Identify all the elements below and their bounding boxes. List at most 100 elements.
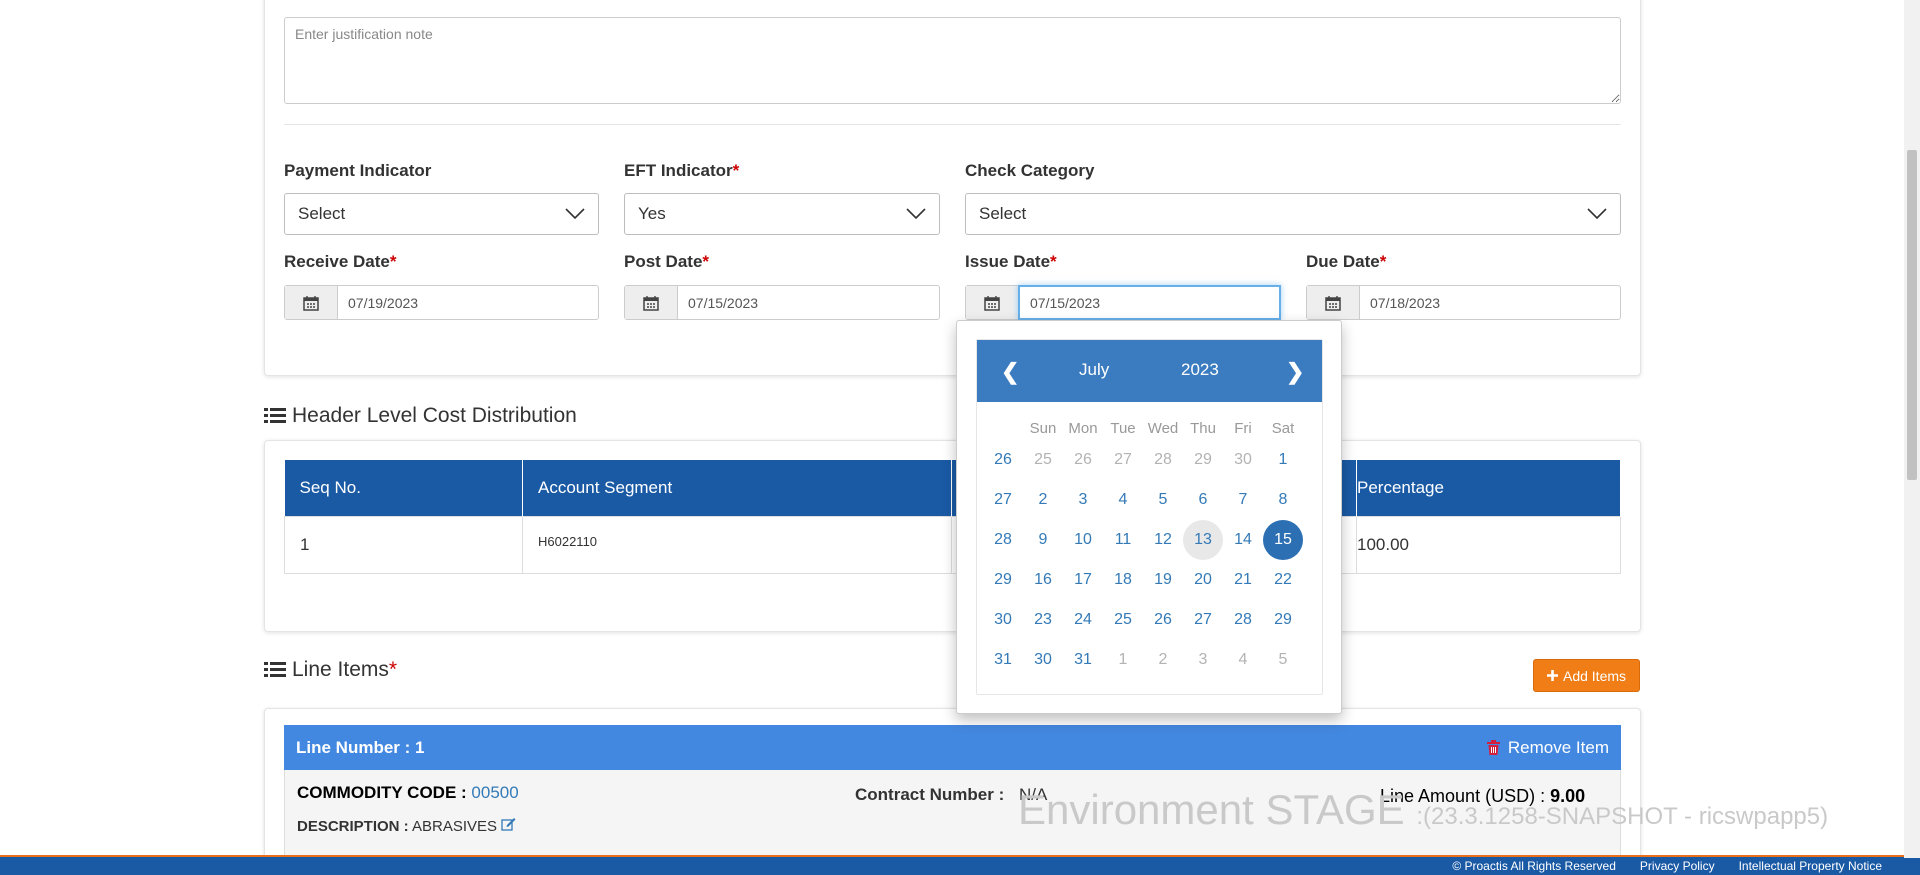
check-category-label: Check Category (965, 161, 1095, 180)
vertical-scrollbar[interactable] (1904, 0, 1920, 858)
check-category-select[interactable]: Select (965, 193, 1621, 235)
required-marker: * (732, 161, 740, 180)
selected-day[interactable]: 15 (1263, 520, 1303, 560)
calendar-day[interactable]: 14 (1223, 520, 1263, 560)
check-category-value: Select (979, 204, 1027, 223)
week-number: 31 (994, 651, 1012, 668)
payment-indicator-select[interactable]: Select (284, 193, 599, 235)
weekday-header: Sat (1271, 420, 1295, 437)
calendar-day[interactable]: 16 (1023, 560, 1063, 600)
post-date-label: Post Date* (624, 252, 710, 271)
calendar-day[interactable]: 19 (1143, 560, 1183, 600)
calendar-day[interactable]: 27 (1183, 600, 1223, 640)
justification-note-input[interactable] (284, 17, 1621, 104)
weekday-header: Mon (1068, 420, 1098, 437)
calendar-day[interactable]: 13 (1183, 520, 1223, 560)
privacy-policy-link[interactable]: Privacy Policy (1640, 859, 1715, 873)
calendar-day: 27 (1114, 451, 1132, 468)
calendar-day[interactable]: 6 (1183, 480, 1223, 520)
payment-indicator-label: Payment Indicator (284, 161, 432, 180)
calendar-day[interactable]: 9 (1023, 520, 1063, 560)
calendar-day[interactable]: 12 (1143, 520, 1183, 560)
next-month-button[interactable]: ❯ (1286, 359, 1304, 385)
required-marker: * (389, 252, 397, 271)
weekday-header: Sun (1029, 420, 1057, 437)
datepicker-header: ❮ July 2023 ❯ (977, 340, 1322, 402)
calendar-day[interactable]: 2 (1023, 480, 1063, 520)
calendar-day[interactable]: 22 (1263, 560, 1303, 600)
calendar-day[interactable]: 8 (1263, 480, 1303, 520)
issue-date-value[interactable]: 07/15/2023 (1018, 285, 1281, 320)
calendar-day[interactable]: 11 (1103, 520, 1143, 560)
ip-notice-link[interactable]: Intellectual Property Notice (1739, 859, 1882, 873)
column-header-percentage: Percentage (1356, 460, 1621, 516)
calendar-day[interactable]: 24 (1063, 600, 1103, 640)
post-date-input[interactable]: 07/15/2023 (624, 285, 940, 320)
calendar-icon[interactable] (1307, 286, 1360, 319)
weekday-header: Fri (1234, 420, 1252, 437)
commodity-code-link[interactable]: 00500 (471, 783, 518, 802)
calendar-day[interactable]: 5 (1143, 480, 1183, 520)
receive-date-input[interactable]: 07/19/2023 (284, 285, 599, 320)
cost-distribution-title-text: Header Level Cost Distribution (292, 404, 577, 427)
column-header-account-segment: Account Segment (522, 460, 952, 516)
week-number: 28 (994, 531, 1012, 548)
trash-icon (1486, 740, 1500, 755)
eft-indicator-select[interactable]: Yes (624, 193, 940, 235)
calendar-day[interactable]: 4 (1103, 480, 1143, 520)
receive-date-label: Receive Date* (284, 252, 397, 271)
line-items-title: Line Items* (264, 658, 397, 682)
calendar-day[interactable]: 7 (1223, 480, 1263, 520)
calendar-icon[interactable] (285, 286, 338, 319)
description: DESCRIPTION : ABRASIVES (297, 817, 516, 835)
calendar-day[interactable]: 23 (1023, 600, 1063, 640)
previous-month-button[interactable]: ❮ (1001, 359, 1019, 385)
calendar-day[interactable]: 28 (1223, 600, 1263, 640)
required-marker: * (1379, 252, 1387, 271)
calendar-day[interactable]: 1 (1263, 440, 1303, 480)
post-date-value[interactable]: 07/15/2023 (678, 286, 939, 319)
list-icon (264, 408, 286, 423)
datepicker-popup: ❮ July 2023 ❯ Sun Mon Tue Wed Thu Fri Sat 26 25 2… (956, 320, 1342, 714)
scrollbar-thumb[interactable] (1907, 150, 1917, 480)
cell-seq: 1 (284, 515, 523, 574)
weekday-header: Tue (1110, 420, 1136, 437)
line-items-title-text: Line Items* (292, 658, 398, 681)
issue-date-input[interactable]: 07/15/2023 (965, 285, 1281, 320)
calendar-day[interactable]: 25 (1103, 600, 1143, 640)
calendar-day: 30 (1234, 451, 1252, 468)
add-items-button[interactable]: Add Items (1533, 659, 1640, 692)
list-icon (264, 662, 286, 677)
due-date-input[interactable]: 07/18/2023 (1306, 285, 1621, 320)
calendar-day[interactable]: 17 (1063, 560, 1103, 600)
calendar-day[interactable]: 21 (1223, 560, 1263, 600)
calendar-day[interactable]: 29 (1263, 600, 1303, 640)
chevron-down-icon (565, 208, 585, 220)
due-date-value[interactable]: 07/18/2023 (1360, 286, 1620, 319)
calendar-day[interactable]: 20 (1183, 560, 1223, 600)
receive-date-value[interactable]: 07/19/2023 (338, 286, 598, 319)
datepicker-calendar: ❮ July 2023 ❯ Sun Mon Tue Wed Thu Fri Sat 26 25 2… (976, 339, 1323, 695)
environment-name: Environment STAGE (1018, 786, 1405, 833)
remove-item-button[interactable]: Remove Item (1486, 738, 1609, 758)
description-value: ABRASIVES (412, 818, 498, 835)
required-marker: * (388, 658, 398, 681)
calendar-icon[interactable] (966, 286, 1019, 319)
week-number: 29 (994, 571, 1012, 588)
build-version: :(23.3.1258-SNAPSHOT - ricswpapp5) (1416, 803, 1829, 830)
calendar-icon[interactable] (625, 286, 678, 319)
calendar-day[interactable]: 18 (1103, 560, 1143, 600)
column-header-seq: Seq No. (284, 460, 523, 516)
datepicker-month[interactable]: July (1079, 360, 1109, 380)
calendar-day[interactable]: 3 (1063, 480, 1103, 520)
calendar-day[interactable]: 10 (1063, 520, 1103, 560)
issue-date-label: Issue Date* (965, 252, 1057, 271)
calendar-day[interactable]: 26 (1143, 600, 1183, 640)
eft-indicator-label: EFT Indicator* (624, 161, 740, 180)
calendar-day[interactable]: 31 (1063, 640, 1103, 680)
chevron-down-icon (906, 208, 926, 220)
datepicker-year[interactable]: 2023 (1181, 360, 1219, 380)
calendar-day: 5 (1278, 651, 1288, 668)
calendar-day[interactable]: 30 (1023, 640, 1063, 680)
edit-icon[interactable] (501, 817, 516, 831)
